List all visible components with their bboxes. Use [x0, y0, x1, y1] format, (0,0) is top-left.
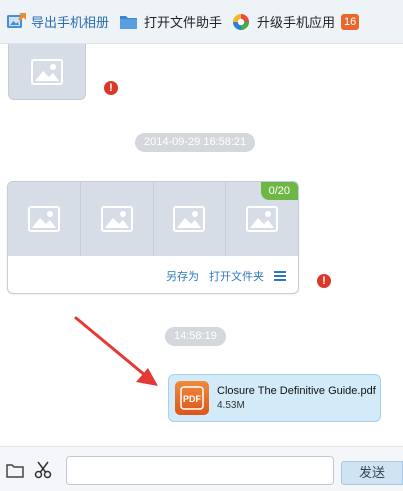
open-file-helper-label: 打开文件助手: [144, 15, 223, 30]
screenshot-icon[interactable]: [34, 461, 52, 479]
image-message-partial[interactable]: [8, 44, 86, 100]
image-placeholder-icon: [246, 206, 279, 232]
image-gallery-message[interactable]: 0/20 另存为 打开文件夹: [7, 181, 299, 294]
gallery-thumb[interactable]: [8, 182, 81, 256]
image-count-badge: 0/20: [260, 182, 298, 200]
image-placeholder-icon: [173, 206, 206, 232]
timestamp-divider: 14:58:19: [165, 327, 226, 346]
pdf-file-icon: PDF: [175, 381, 209, 415]
top-toolbar: 导出手机相册 打开文件助手 升级手机应用 16: [0, 0, 403, 44]
upgrade-apps-button[interactable]: 升级手机应用 16: [232, 10, 360, 34]
timestamp-divider: 2014-09-29 16:58:21: [135, 133, 256, 152]
message-input[interactable]: [66, 456, 334, 485]
save-as-link[interactable]: 另存为: [166, 268, 199, 284]
export-album-label: 导出手机相册: [31, 15, 110, 30]
image-placeholder-icon: [27, 206, 60, 232]
pdf-icon-text: PDF: [183, 394, 202, 404]
gallery-thumb[interactable]: [80, 182, 154, 256]
gallery-thumb[interactable]: [153, 182, 227, 256]
upgrade-count-badge: 16: [341, 13, 360, 30]
send-button[interactable]: 发送: [341, 461, 403, 485]
file-info: Closure The Definitive Guide.pdf 4.53M: [217, 385, 376, 411]
image-placeholder-icon: [31, 58, 63, 85]
app-upgrade-icon: [232, 13, 252, 31]
folder-icon[interactable]: [6, 463, 24, 478]
image-placeholder-icon: [100, 206, 133, 232]
gallery-thumbnails: [8, 182, 298, 256]
export-image-icon: [6, 12, 26, 31]
annotation-arrow-icon: [74, 316, 158, 386]
input-bar: 发送: [0, 446, 403, 491]
open-folder-link[interactable]: 打开文件夹: [209, 268, 264, 284]
file-size: 4.53M: [217, 400, 245, 411]
gallery-actions: 另存为 打开文件夹: [8, 256, 298, 293]
file-name: Closure The Definitive Guide.pdf: [217, 385, 376, 397]
menu-icon[interactable]: [274, 270, 286, 281]
send-failed-icon[interactable]: !: [104, 81, 118, 95]
chat-area[interactable]: ! 2014-09-29 16:58:21 0/20 另存为 打开文件夹 ! 1…: [0, 44, 403, 446]
upgrade-apps-label: 升级手机应用: [257, 15, 336, 30]
file-message[interactable]: PDF Closure The Definitive Guide.pdf 4.5…: [168, 374, 381, 422]
export-album-button[interactable]: 导出手机相册: [6, 10, 109, 34]
send-failed-icon[interactable]: !: [317, 274, 331, 288]
folder-icon: [119, 13, 139, 31]
open-file-helper-button[interactable]: 打开文件助手: [119, 10, 222, 34]
